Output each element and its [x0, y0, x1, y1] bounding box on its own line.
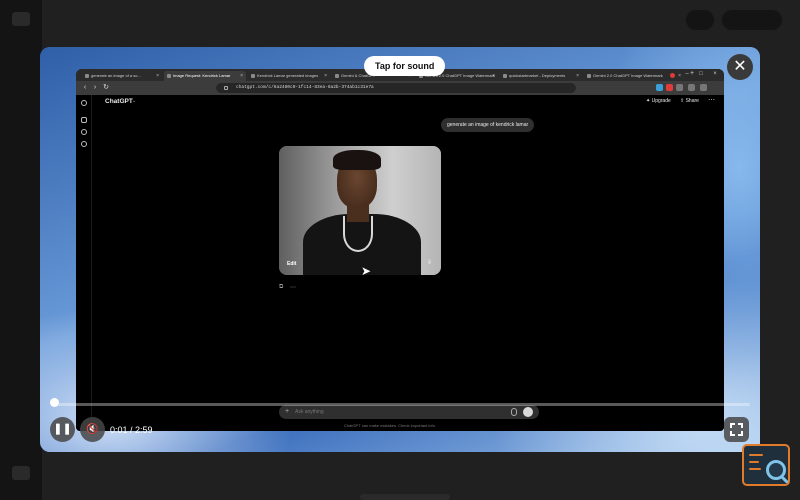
- search-icon: [81, 129, 87, 135]
- close-button[interactable]: ✕: [727, 54, 753, 80]
- user-message: generate an image of kendrick lamar: [441, 118, 535, 132]
- chat-icon: [81, 141, 87, 147]
- tab-favicon: [85, 74, 89, 78]
- browser-tab-active: Image Request: Kendrick Lamar ×: [164, 71, 246, 81]
- mute-button[interactable]: 🔇: [80, 417, 105, 442]
- upgrade-button: ✦ Upgrade: [646, 98, 671, 104]
- mouse-cursor-icon: ➤: [361, 264, 372, 275]
- chevron-down-icon: ⌄: [132, 98, 137, 104]
- tap-for-sound-button[interactable]: Tap for sound: [364, 56, 446, 76]
- extension-icon: [656, 84, 663, 91]
- close-icon: ×: [156, 73, 159, 79]
- browser-tab-label: quickstartmarket - Deployments: [509, 73, 566, 78]
- minimize-icon: –: [685, 71, 689, 77]
- floating-search-widget[interactable]: [742, 444, 790, 486]
- forward-icon: ›: [93, 84, 97, 91]
- tab-favicon: [167, 74, 171, 78]
- download-icon: ⇩: [427, 260, 433, 266]
- more-options-icon: ⋯: [708, 97, 715, 104]
- image-figure-chain: [343, 216, 373, 252]
- fullscreen-icon: [738, 423, 743, 428]
- browser-address-bar: ‹ › ↻ chatgpt.com/c/6a2480c0-1fc14-83ea-…: [76, 81, 724, 95]
- video-modal: generate an image of a so... × Image Requ…: [40, 47, 760, 452]
- backdrop-bottom-bar: [360, 494, 450, 500]
- new-chat-icon: [81, 117, 87, 123]
- recording-indicator-icon: [670, 73, 675, 78]
- microphone-icon: [511, 408, 517, 416]
- video-progress-bar[interactable]: [54, 403, 750, 406]
- more-options-icon: ⋯: [290, 285, 296, 291]
- browser-tab-label: Image Request: Kendrick Lamar: [173, 73, 231, 78]
- tab-favicon: [503, 74, 507, 78]
- browser-tab: quickstartmarket - Deployments ×: [500, 71, 582, 81]
- fullscreen-button[interactable]: [724, 417, 749, 442]
- extension-icon: [666, 84, 673, 91]
- browser-tab-label: Gemini 2.0 ChatGPT Image Watermark: [593, 73, 663, 78]
- tab-favicon: [251, 74, 255, 78]
- widget-line: [749, 454, 763, 456]
- backdrop-header-button: [722, 10, 782, 30]
- magnifier-handle: [780, 475, 789, 484]
- plus-icon: +: [285, 408, 290, 415]
- pause-button[interactable]: ❚❚: [50, 417, 75, 442]
- url-field: chatgpt.com/c/6a2480c0-1fc14-83ea-8a2b-3…: [216, 83, 576, 93]
- close-icon: ×: [678, 73, 681, 79]
- browser-tab: generate an image of a so... ×: [82, 71, 162, 81]
- widget-line: [749, 461, 759, 463]
- copy-icon: ⧉: [279, 284, 284, 290]
- reload-icon: ↻: [103, 84, 109, 91]
- generated-image: Edit ⇩ ➤: [279, 146, 441, 275]
- fullscreen-icon: [730, 423, 735, 428]
- video-scrubber-handle[interactable]: [50, 398, 59, 407]
- backdrop-sidebar: [0, 0, 42, 500]
- recorded-browser-window: generate an image of a so... × Image Requ…: [76, 69, 724, 431]
- model-selector: ChatGPT: [105, 98, 133, 105]
- close-icon: ×: [324, 73, 327, 79]
- download-icon: [688, 84, 695, 91]
- disclaimer-text: ChatGPT can make mistakes. Check importa…: [344, 423, 436, 428]
- chatgpt-app: ChatGPT ⌄ ✦ Upgrade ⇧ Share ⋯ generate a…: [76, 95, 724, 431]
- fullscreen-icon: [738, 431, 743, 436]
- close-icon: ×: [240, 73, 243, 79]
- tab-favicon: [335, 74, 339, 78]
- chatgpt-sidebar: [76, 95, 92, 431]
- openai-logo-icon: [81, 100, 87, 106]
- voice-mode-icon: [523, 407, 533, 417]
- browser-tab-label: generate an image of a so...: [91, 73, 141, 78]
- time-display: 0:01 / 2:59: [110, 425, 153, 435]
- share-button: ⇧ Share: [680, 98, 699, 104]
- composer-input: [295, 405, 495, 419]
- window-close-icon: ×: [713, 71, 717, 77]
- tab-favicon: [587, 74, 591, 78]
- close-icon: ×: [576, 73, 579, 79]
- browser-menu-icon: [700, 84, 707, 91]
- backdrop-header-button: [686, 10, 714, 30]
- browser-tab: Kendrick Lamar generated images ×: [248, 71, 330, 81]
- chat-composer: +: [279, 405, 539, 419]
- image-edit-button: Edit: [287, 261, 297, 267]
- back-icon: ‹: [83, 84, 87, 91]
- extension-icon: [676, 84, 683, 91]
- close-icon: ×: [492, 73, 495, 79]
- widget-line: [749, 468, 761, 470]
- lock-icon: [224, 86, 228, 90]
- backdrop-rail-icon: [12, 466, 30, 480]
- image-figure-hair: [333, 150, 381, 170]
- browser-tab-label: Kendrick Lamar generated images: [257, 73, 319, 78]
- url-text: chatgpt.com/c/6a2480c0-1fc14-83ea-8a2b-3…: [236, 85, 374, 90]
- browser-tab: Gemini 2.0 ChatGPT Image Watermark ×: [584, 71, 684, 81]
- backdrop-menu-icon: [12, 12, 30, 26]
- maximize-icon: □: [699, 71, 703, 77]
- fullscreen-icon: [730, 431, 735, 436]
